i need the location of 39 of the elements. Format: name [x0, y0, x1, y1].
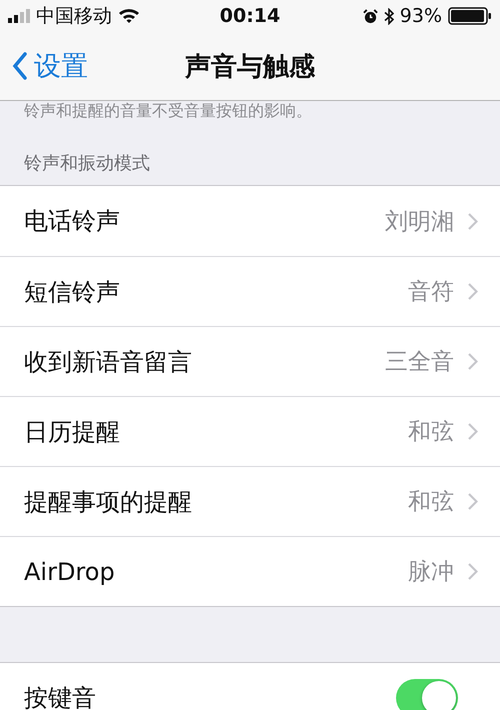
row-label: 收到新语音留言: [24, 346, 193, 378]
settings-row[interactable]: 日历提醒 和弦: [0, 396, 500, 466]
chevron-icon: [468, 493, 478, 510]
chevron-icon: [468, 283, 478, 300]
row-label: 短信铃声: [24, 276, 121, 308]
footnote-text: 铃声和提醒的音量不受音量按钮的影响。: [24, 101, 312, 121]
back-button[interactable]: 设置: [0, 48, 88, 84]
row-value: 和弦: [408, 488, 454, 517]
row-label: 电话铃声: [24, 206, 121, 237]
alarm-icon: [362, 8, 378, 24]
settings-row[interactable]: 电话铃声 刘明湘: [0, 186, 500, 256]
chevron-icon: [468, 423, 478, 440]
battery-icon: [448, 7, 492, 25]
carrier-name: 中国移动: [36, 4, 112, 29]
signal-icon: [8, 9, 30, 23]
row-value: 和弦: [408, 418, 454, 447]
row-label: 提醒事项的提醒: [24, 486, 193, 518]
row-value: 音符: [408, 278, 454, 307]
back-chevron-icon: [12, 52, 28, 80]
row-value: 三全音: [385, 348, 454, 377]
clock-time: 00:14: [220, 5, 280, 27]
row-label: 按键音: [24, 683, 97, 710]
settings-row[interactable]: 收到新语音留言 三全音: [0, 326, 500, 396]
settings-row[interactable]: 提醒事项的提醒 和弦: [0, 466, 500, 536]
chevron-icon: [468, 212, 478, 230]
toggle-switch[interactable]: [396, 679, 458, 710]
wifi-icon: [118, 8, 140, 24]
bluetooth-icon: [384, 8, 394, 24]
chevron-icon: [468, 353, 478, 370]
row-value: 刘明湘: [385, 208, 454, 236]
chevron-icon: [468, 563, 478, 580]
row-label: 日历提醒: [24, 416, 121, 448]
page-title: 声音与触感: [185, 50, 315, 84]
section-header: 铃声和振动模式: [23, 152, 151, 176]
row-value: 脉冲: [408, 558, 454, 587]
battery-percent: 93%: [400, 5, 442, 27]
settings-row[interactable]: AirDrop 脉冲: [0, 536, 500, 606]
settings-row[interactable]: 短信铃声 音符: [0, 256, 500, 326]
row-label: AirDrop: [24, 558, 116, 586]
